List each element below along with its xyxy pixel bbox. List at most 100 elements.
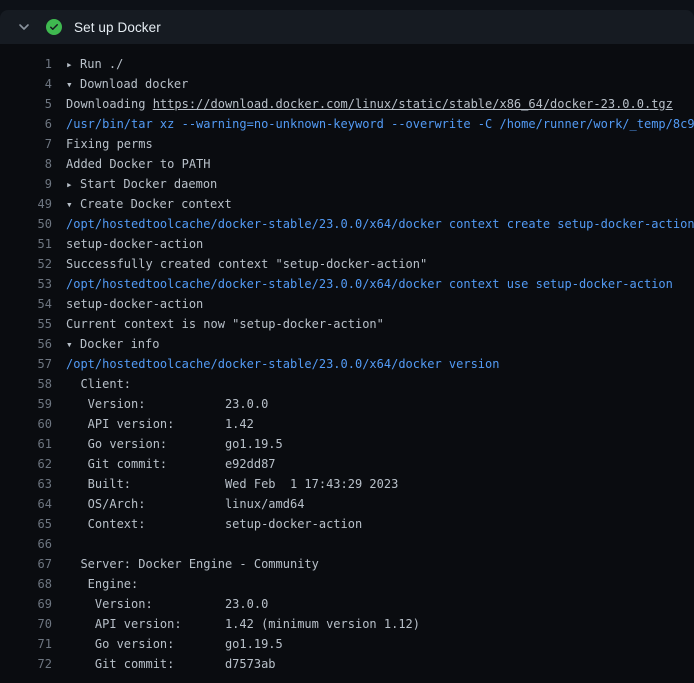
log-text: Server: Docker Engine - Community [66,557,319,571]
log-text: Client: [66,377,131,391]
log-text: Git commit: d7573ab [66,657,276,671]
line-number[interactable]: 62 [0,454,52,474]
log-line-content: Git commit: e92dd87 [66,454,276,474]
log-text: setup-docker-action [66,237,203,251]
log-line: 68 Engine: [0,574,694,594]
log-line-content: Successfully created context "setup-dock… [66,254,427,274]
line-number[interactable]: 55 [0,314,52,334]
chevron-right-icon[interactable]: ▸ [66,55,80,74]
log-line: 7Fixing perms [0,134,694,154]
log-line: 58 Client: [0,374,694,394]
log-line-content: Go version: go1.19.5 [66,434,283,454]
line-number[interactable]: 69 [0,594,52,614]
line-number[interactable]: 60 [0,414,52,434]
line-number[interactable]: 56 [0,334,52,354]
log-text: /opt/hostedtoolcache/docker-stable/23.0.… [66,277,673,291]
log-line-content: /opt/hostedtoolcache/docker-stable/23.0.… [66,214,694,234]
log-text: Git commit: e92dd87 [66,457,276,471]
log-line: 9 ▸Start Docker daemon [0,174,694,194]
log-line-content: Current context is now "setup-docker-act… [66,314,384,334]
line-number[interactable]: 72 [0,654,52,674]
log-text: Go version: go1.19.5 [66,637,283,651]
line-number[interactable]: 1 [0,54,52,74]
log-text: setup-docker-action [66,297,203,311]
log-text: Version: 23.0.0 [66,597,268,611]
log-text: Docker info [80,337,159,351]
line-number[interactable]: 63 [0,474,52,494]
log-line-content: Git commit: d7573ab [66,654,276,674]
log-text: Start Docker daemon [80,177,217,191]
log-group-header[interactable]: ▾Create Docker context [66,194,232,214]
log-line-content: API version: 1.42 [66,414,254,434]
log-group-header[interactable]: ▸Start Docker daemon [66,174,217,194]
line-number[interactable]: 66 [0,534,52,554]
line-number[interactable]: 68 [0,574,52,594]
log-line: 70 API version: 1.42 (minimum version 1.… [0,614,694,634]
log-text: /opt/hostedtoolcache/docker-stable/23.0.… [66,217,694,231]
log-line: 67 Server: Docker Engine - Community [0,554,694,574]
line-number[interactable]: 50 [0,214,52,234]
line-number[interactable]: 4 [0,74,52,94]
log-link[interactable]: https://download.docker.com/linux/static… [153,97,673,111]
line-number[interactable]: 54 [0,294,52,314]
log-area: 1▸Run ./4▾Download docker5Downloading ht… [0,44,694,683]
success-check-icon [46,19,62,35]
line-number[interactable]: 65 [0,514,52,534]
log-line-content: /opt/hostedtoolcache/docker-stable/23.0.… [66,274,673,294]
line-number[interactable]: 9 [0,174,52,194]
line-number[interactable]: 51 [0,234,52,254]
log-line-content: setup-docker-action [66,294,203,314]
line-number[interactable]: 8 [0,154,52,174]
log-line: 66 [0,534,694,554]
log-line-content: Version: 23.0.0 [66,394,268,414]
log-line: 71 Go version: go1.19.5 [0,634,694,654]
line-number[interactable]: 67 [0,554,52,574]
log-line-content: Context: setup-docker-action [66,514,362,534]
line-number[interactable]: 59 [0,394,52,414]
log-lines: 1▸Run ./4▾Download docker5Downloading ht… [0,54,694,674]
log-line-content: Go version: go1.19.5 [66,634,283,654]
line-number[interactable]: 70 [0,614,52,634]
log-text: Create Docker context [80,197,232,211]
log-group-header[interactable]: ▾Download docker [66,74,188,94]
line-number[interactable]: 6 [0,114,52,134]
line-number[interactable]: 57 [0,354,52,374]
log-line: 72 Git commit: d7573ab [0,654,694,674]
log-text: Successfully created context "setup-dock… [66,257,427,271]
log-group-header[interactable]: ▾Docker info [66,334,159,354]
chevron-down-icon[interactable]: ▾ [66,335,80,354]
line-number[interactable]: 7 [0,134,52,154]
log-line: 1 ▸Run ./ [0,54,694,74]
log-line: 69 Version: 23.0.0 [0,594,694,614]
line-number[interactable]: 49 [0,194,52,214]
log-line: 4 ▾Download docker [0,74,694,94]
log-line: 49 ▾Create Docker context [0,194,694,214]
line-number[interactable]: 53 [0,274,52,294]
line-number[interactable]: 58 [0,374,52,394]
log-text: API version: 1.42 [66,417,254,431]
log-line: 59 Version: 23.0.0 [0,394,694,414]
chevron-down-icon[interactable]: ▾ [66,195,80,214]
log-line: 52 Successfully created context "setup-do… [0,254,694,274]
log-text: Download docker [80,77,188,91]
line-number[interactable]: 71 [0,634,52,654]
log-text: Go version: go1.19.5 [66,437,283,451]
line-number[interactable]: 52 [0,254,52,274]
log-text: Context: setup-docker-action [66,517,362,531]
line-number[interactable]: 61 [0,434,52,454]
chevron-down-icon[interactable] [16,19,32,35]
page-background-strip [0,0,694,10]
log-line: 51 setup-docker-action [0,234,694,254]
log-text: OS/Arch: linux/amd64 [66,497,304,511]
chevron-down-icon[interactable]: ▾ [66,75,80,94]
line-number[interactable]: 5 [0,94,52,114]
chevron-right-icon[interactable]: ▸ [66,175,80,194]
log-line: 64 OS/Arch: linux/amd64 [0,494,694,514]
step-header[interactable]: Set up Docker [0,10,694,44]
log-text: Current context is now "setup-docker-act… [66,317,384,331]
log-group-header[interactable]: ▸Run ./ [66,54,123,74]
line-number[interactable]: 64 [0,494,52,514]
log-line-content: Server: Docker Engine - Community [66,554,319,574]
log-line: 5Downloading https://download.docker.com… [0,94,694,114]
log-line-content: OS/Arch: linux/amd64 [66,494,304,514]
